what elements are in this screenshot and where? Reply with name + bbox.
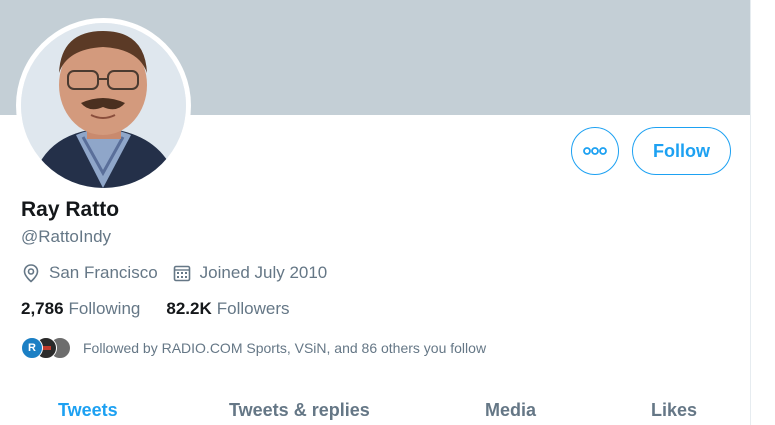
- location-text: San Francisco: [49, 263, 158, 282]
- join-date-text: Joined July 2010: [199, 263, 328, 282]
- column-divider: [750, 0, 751, 425]
- avatar[interactable]: [21, 23, 186, 188]
- followers-link[interactable]: 82.2K Followers: [166, 299, 289, 319]
- more-icon: [583, 147, 607, 155]
- follow-button[interactable]: Follow: [632, 127, 731, 175]
- calendar-icon: [173, 265, 190, 282]
- profile-tabs: Tweets Tweets & replies Media Likes: [0, 390, 750, 425]
- mini-avatar-radio: R: [21, 337, 43, 359]
- join-date: Joined July 2010: [172, 263, 328, 283]
- followed-by-avatars: R: [21, 337, 71, 359]
- tab-likes[interactable]: Likes: [651, 400, 697, 421]
- profile-handle: @RattoIndy: [21, 227, 112, 246]
- tab-media[interactable]: Media: [485, 400, 536, 421]
- following-count: 2,786: [21, 299, 64, 318]
- followed-by[interactable]: R Followed by RADIO.COM Sports, VSiN, an…: [21, 337, 486, 359]
- followed-by-text: Followed by RADIO.COM Sports, VSiN, and …: [83, 340, 487, 356]
- follow-counts: 2,786 Following 82.2K Followers: [21, 299, 315, 319]
- profile-name: Ray Ratto: [21, 198, 120, 221]
- profile-meta: San Francisco Joined July 2010: [21, 262, 341, 284]
- tab-tweets[interactable]: Tweets: [58, 400, 118, 421]
- following-label: Following: [68, 299, 141, 318]
- more-options-button[interactable]: [571, 127, 619, 175]
- tab-tweets-replies[interactable]: Tweets & replies: [229, 400, 370, 421]
- following-link[interactable]: 2,786 Following: [21, 299, 140, 319]
- followers-count: 82.2K: [166, 299, 212, 318]
- avatar-photo: [21, 23, 186, 188]
- location-pin-icon: [23, 264, 39, 283]
- followers-label: Followers: [216, 299, 290, 318]
- location: San Francisco: [21, 263, 158, 283]
